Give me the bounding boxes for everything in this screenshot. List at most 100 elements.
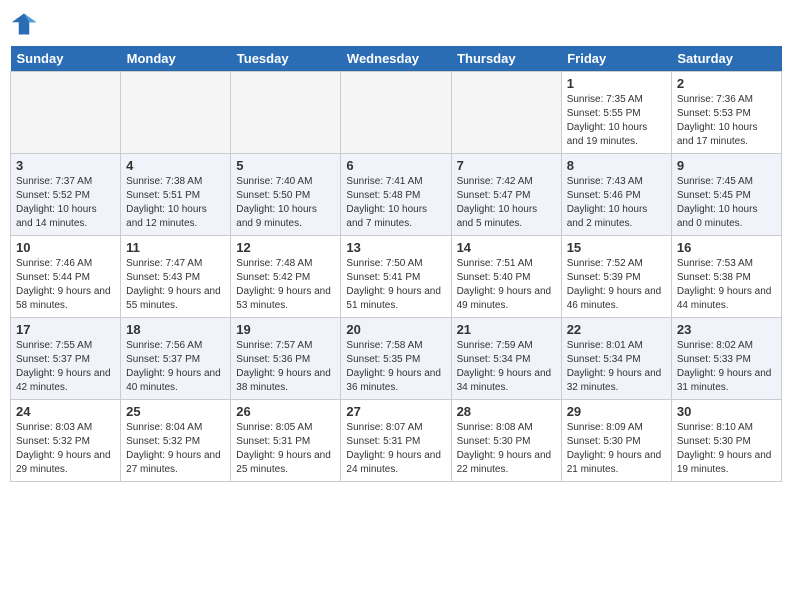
page-header xyxy=(10,10,782,38)
calendar-cell: 6 Sunrise: 7:41 AM Sunset: 5:48 PM Daylig… xyxy=(341,154,451,236)
day-number: 11 xyxy=(126,240,225,255)
day-number: 24 xyxy=(16,404,115,419)
calendar-cell: 5 Sunrise: 7:40 AM Sunset: 5:50 PM Daylig… xyxy=(231,154,341,236)
calendar-cell: 20 Sunrise: 7:58 AM Sunset: 5:35 PM Dayli… xyxy=(341,318,451,400)
calendar-body: 1Sunrise: 7:35 AM Sunset: 5:55 PM Daylig… xyxy=(11,72,782,482)
calendar-cell: 25 Sunrise: 8:04 AM Sunset: 5:32 PM Dayli… xyxy=(121,400,231,482)
calendar-cell: 16 Sunrise: 7:53 AM Sunset: 5:38 PM Dayli… xyxy=(671,236,781,318)
day-info: Sunrise: 7:59 AM Sunset: 5:34 PM Dayligh… xyxy=(457,339,556,395)
day-number: 20 xyxy=(346,322,445,337)
calendar-cell: 13 Sunrise: 7:50 AM Sunset: 5:41 PM Dayli… xyxy=(341,236,451,318)
day-number: 6 xyxy=(346,158,445,173)
day-info: Sunrise: 8:10 AM Sunset: 5:30 PM Dayligh… xyxy=(677,421,776,477)
weekday-header: Monday xyxy=(121,46,231,72)
day-number: 7 xyxy=(457,158,556,173)
calendar-week-row: 1Sunrise: 7:35 AM Sunset: 5:55 PM Daylig… xyxy=(11,72,782,154)
day-info: Sunrise: 8:01 AM Sunset: 5:34 PM Dayligh… xyxy=(567,339,666,395)
calendar-cell: 26Sunrise: 8:05 AM Sunset: 5:31 PM Dayli… xyxy=(231,400,341,482)
calendar-cell: 27 Sunrise: 8:07 AM Sunset: 5:31 PM Dayli… xyxy=(341,400,451,482)
day-info: Sunrise: 8:02 AM Sunset: 5:33 PM Dayligh… xyxy=(677,339,776,395)
day-info: Sunrise: 7:53 AM Sunset: 5:38 PM Dayligh… xyxy=(677,257,776,313)
day-info: Sunrise: 8:03 AM Sunset: 5:32 PM Dayligh… xyxy=(16,421,115,477)
day-number: 23 xyxy=(677,322,776,337)
calendar-cell: 12 Sunrise: 7:48 AM Sunset: 5:42 PM Dayli… xyxy=(231,236,341,318)
day-number: 4 xyxy=(126,158,225,173)
day-info: Sunrise: 8:08 AM Sunset: 5:30 PM Dayligh… xyxy=(457,421,556,477)
day-info: Sunrise: 8:05 AM Sunset: 5:31 PM Dayligh… xyxy=(236,421,335,477)
day-info: Sunrise: 7:42 AM Sunset: 5:47 PM Dayligh… xyxy=(457,175,556,231)
day-info: Sunrise: 7:50 AM Sunset: 5:41 PM Dayligh… xyxy=(346,257,445,313)
day-number: 18 xyxy=(126,322,225,337)
day-number: 19 xyxy=(236,322,335,337)
day-number: 25 xyxy=(126,404,225,419)
calendar-table: SundayMondayTuesdayWednesdayThursdayFrid… xyxy=(10,46,782,482)
day-number: 9 xyxy=(677,158,776,173)
calendar-cell: 9Sunrise: 7:45 AM Sunset: 5:45 PM Daylig… xyxy=(671,154,781,236)
calendar-cell: 22 Sunrise: 8:01 AM Sunset: 5:34 PM Dayli… xyxy=(561,318,671,400)
calendar-cell xyxy=(231,72,341,154)
day-number: 1 xyxy=(567,76,666,91)
day-number: 5 xyxy=(236,158,335,173)
day-number: 14 xyxy=(457,240,556,255)
calendar-cell: 4Sunrise: 7:38 AM Sunset: 5:51 PM Daylig… xyxy=(121,154,231,236)
calendar-cell: 11 Sunrise: 7:47 AM Sunset: 5:43 PM Dayli… xyxy=(121,236,231,318)
calendar-cell: 23 Sunrise: 8:02 AM Sunset: 5:33 PM Dayli… xyxy=(671,318,781,400)
day-number: 3 xyxy=(16,158,115,173)
day-info: Sunrise: 7:52 AM Sunset: 5:39 PM Dayligh… xyxy=(567,257,666,313)
day-info: Sunrise: 7:41 AM Sunset: 5:48 PM Dayligh… xyxy=(346,175,445,231)
calendar-cell xyxy=(451,72,561,154)
day-number: 27 xyxy=(346,404,445,419)
calendar-cell: 24 Sunrise: 8:03 AM Sunset: 5:32 PM Dayli… xyxy=(11,400,121,482)
day-info: Sunrise: 8:07 AM Sunset: 5:31 PM Dayligh… xyxy=(346,421,445,477)
day-number: 22 xyxy=(567,322,666,337)
day-info: Sunrise: 7:43 AM Sunset: 5:46 PM Dayligh… xyxy=(567,175,666,231)
calendar-cell xyxy=(11,72,121,154)
weekday-header: Wednesday xyxy=(341,46,451,72)
day-number: 28 xyxy=(457,404,556,419)
calendar-cell: 2 Sunrise: 7:36 AM Sunset: 5:53 PM Daylig… xyxy=(671,72,781,154)
day-number: 17 xyxy=(16,322,115,337)
weekday-header: Sunday xyxy=(11,46,121,72)
logo-bird-icon xyxy=(10,10,38,38)
calendar-cell: 19 Sunrise: 7:57 AM Sunset: 5:36 PM Dayli… xyxy=(231,318,341,400)
calendar-week-row: 17 Sunrise: 7:55 AM Sunset: 5:37 PM Dayli… xyxy=(11,318,782,400)
day-number: 2 xyxy=(677,76,776,91)
day-info: Sunrise: 7:47 AM Sunset: 5:43 PM Dayligh… xyxy=(126,257,225,313)
calendar-cell: 3Sunrise: 7:37 AM Sunset: 5:52 PM Daylig… xyxy=(11,154,121,236)
weekday-header: Saturday xyxy=(671,46,781,72)
day-number: 8 xyxy=(567,158,666,173)
calendar-header: SundayMondayTuesdayWednesdayThursdayFrid… xyxy=(11,46,782,72)
day-info: Sunrise: 7:58 AM Sunset: 5:35 PM Dayligh… xyxy=(346,339,445,395)
day-info: Sunrise: 7:51 AM Sunset: 5:40 PM Dayligh… xyxy=(457,257,556,313)
day-info: Sunrise: 7:56 AM Sunset: 5:37 PM Dayligh… xyxy=(126,339,225,395)
day-info: Sunrise: 7:46 AM Sunset: 5:44 PM Dayligh… xyxy=(16,257,115,313)
day-number: 30 xyxy=(677,404,776,419)
calendar-cell: 15Sunrise: 7:52 AM Sunset: 5:39 PM Dayli… xyxy=(561,236,671,318)
day-info: Sunrise: 7:40 AM Sunset: 5:50 PM Dayligh… xyxy=(236,175,335,231)
day-info: Sunrise: 7:57 AM Sunset: 5:36 PM Dayligh… xyxy=(236,339,335,395)
weekday-header: Thursday xyxy=(451,46,561,72)
day-info: Sunrise: 7:55 AM Sunset: 5:37 PM Dayligh… xyxy=(16,339,115,395)
calendar-cell: 14 Sunrise: 7:51 AM Sunset: 5:40 PM Dayli… xyxy=(451,236,561,318)
day-number: 12 xyxy=(236,240,335,255)
day-info: Sunrise: 7:36 AM Sunset: 5:53 PM Dayligh… xyxy=(677,93,776,149)
calendar-cell: 1Sunrise: 7:35 AM Sunset: 5:55 PM Daylig… xyxy=(561,72,671,154)
calendar-cell: 30 Sunrise: 8:10 AM Sunset: 5:30 PM Dayli… xyxy=(671,400,781,482)
calendar-cell: 17 Sunrise: 7:55 AM Sunset: 5:37 PM Dayli… xyxy=(11,318,121,400)
day-number: 16 xyxy=(677,240,776,255)
calendar-cell: 29Sunrise: 8:09 AM Sunset: 5:30 PM Dayli… xyxy=(561,400,671,482)
day-info: Sunrise: 8:04 AM Sunset: 5:32 PM Dayligh… xyxy=(126,421,225,477)
day-number: 21 xyxy=(457,322,556,337)
calendar-cell: 28 Sunrise: 8:08 AM Sunset: 5:30 PM Dayli… xyxy=(451,400,561,482)
calendar-cell: 10Sunrise: 7:46 AM Sunset: 5:44 PM Dayli… xyxy=(11,236,121,318)
day-info: Sunrise: 7:48 AM Sunset: 5:42 PM Dayligh… xyxy=(236,257,335,313)
calendar-week-row: 10Sunrise: 7:46 AM Sunset: 5:44 PM Dayli… xyxy=(11,236,782,318)
day-number: 13 xyxy=(346,240,445,255)
weekday-header: Tuesday xyxy=(231,46,341,72)
weekday-row: SundayMondayTuesdayWednesdayThursdayFrid… xyxy=(11,46,782,72)
calendar-week-row: 24 Sunrise: 8:03 AM Sunset: 5:32 PM Dayli… xyxy=(11,400,782,482)
calendar-cell: 18 Sunrise: 7:56 AM Sunset: 5:37 PM Dayli… xyxy=(121,318,231,400)
calendar-cell: 8 Sunrise: 7:43 AM Sunset: 5:46 PM Daylig… xyxy=(561,154,671,236)
weekday-header: Friday xyxy=(561,46,671,72)
day-info: Sunrise: 8:09 AM Sunset: 5:30 PM Dayligh… xyxy=(567,421,666,477)
